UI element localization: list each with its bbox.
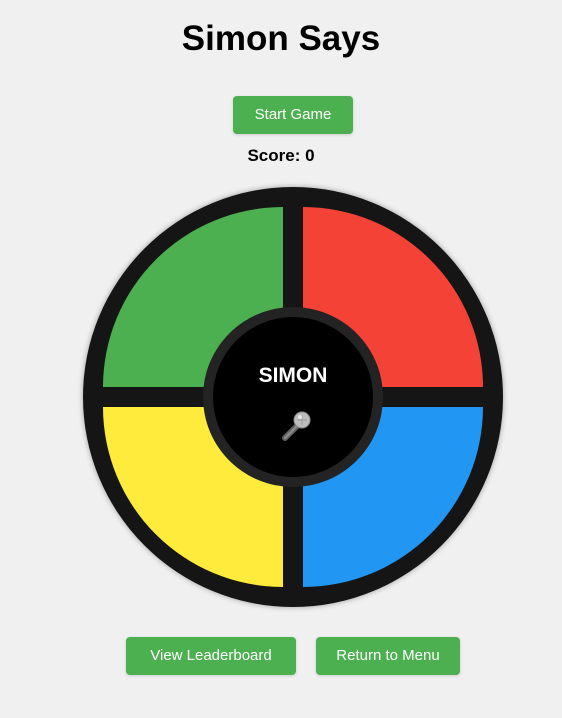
start-game-button[interactable]: Start Game [233, 96, 353, 134]
simon-board: SIMON [83, 187, 503, 607]
center-label: SIMON [258, 364, 328, 387]
view-leaderboard-button[interactable]: View Leaderboard [126, 637, 296, 675]
center-hub-inner: SIMON [213, 317, 373, 477]
score-display: Score: 0 [247, 146, 315, 165]
return-to-menu-button[interactable]: Return to Menu [316, 637, 460, 675]
page-title: Simon Says [181, 19, 381, 58]
simon-game-page: Simon Says Start Game Score: 0 SIMON Vie… [0, 0, 562, 718]
microphone-icon[interactable] [279, 409, 313, 443]
center-hub: SIMON [203, 307, 383, 487]
